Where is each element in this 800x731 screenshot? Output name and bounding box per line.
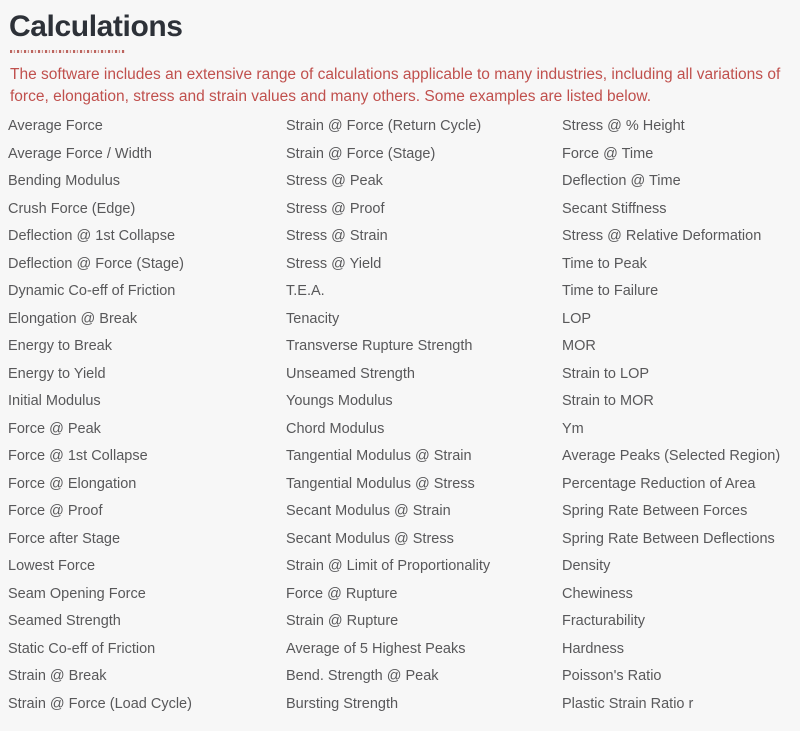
calculation-item: Time to Peak [562, 255, 647, 272]
page-title: Calculations [9, 10, 183, 43]
calculation-item: Ym [562, 420, 584, 437]
calculation-item: Force @ 1st Collapse [8, 448, 148, 464]
calculation-item: Bending Modulus [8, 173, 121, 189]
calculation-item: Force @ Proof [8, 503, 103, 519]
calculation-item: Bursting Strength [286, 695, 399, 712]
calculation-item: Elongation @ Break [8, 310, 138, 327]
calculation-item: Stress @ Relative Deformation [562, 228, 762, 244]
calculation-item: Static Co-eff of Friction [8, 640, 156, 657]
calculation-item: Average of 5 Highest Peaks [286, 640, 466, 657]
calculation-item: Time to Failure [562, 283, 659, 299]
calculation-item: Average Force [8, 118, 103, 134]
calculation-item: Youngs Modulus [286, 393, 393, 409]
calculation-item: Spring Rate Between Forces [562, 503, 748, 519]
calculation-item: Strain @ Rupture [286, 613, 399, 629]
calculation-item: Chewiness [562, 585, 633, 602]
calculation-item: Spring Rate Between Deflections [562, 530, 775, 547]
calculation-item: Secant Stiffness [562, 200, 667, 217]
calculation-item: Tangential Modulus @ Stress [286, 475, 475, 492]
calculation-item: Tangential Modulus @ Strain [286, 448, 472, 464]
calculation-item: Percentage Reduction of Area [562, 475, 756, 492]
calculation-item: MOR [562, 338, 596, 354]
calculation-item: LOP [562, 310, 592, 327]
calculation-item: Plastic Strain Ratio r [562, 695, 694, 712]
calculation-item: Strain @ Force (Return Cycle) [286, 118, 482, 134]
calculation-item: Deflection @ Time [562, 173, 681, 189]
calculation-item: Seamed Strength [8, 613, 121, 629]
calculation-item: Density [562, 558, 611, 574]
calculation-item: Stress @ % Height [562, 118, 685, 134]
calculation-item: Tenacity [286, 310, 340, 327]
calculation-item: Stress @ Yield [286, 255, 382, 272]
calculation-item: T.E.A. [286, 283, 325, 299]
calculation-item: Unseamed Strength [286, 365, 415, 382]
calculation-item: Force @ Peak [8, 420, 101, 437]
calculation-item: Initial Modulus [8, 393, 101, 409]
calculation-item: Secant Modulus @ Stress [286, 530, 454, 547]
calculation-item: Force @ Elongation [8, 475, 137, 492]
calculation-item: Transverse Rupture Strength [286, 338, 473, 354]
calculations-column-1: Average Force Average Force / Width Bendin… [8, 113, 286, 718]
calculation-item: Average Peaks (Selected Region) [562, 448, 781, 464]
calculations-column-3: Stress @ % Height Force @ Time Deflection … [562, 113, 792, 718]
calculation-item: Strain to MOR [562, 393, 654, 409]
calculation-item: Strain @ Break [8, 668, 107, 684]
calculation-item: Secant Modulus @ Strain [286, 503, 451, 519]
calculations-page: Calculations The software includes an ex… [0, 0, 800, 731]
calculation-item: Stress @ Peak [286, 173, 383, 189]
calculation-item: Seam Opening Force [8, 585, 146, 602]
calculation-item: Dynamic Co-eff of Friction [8, 283, 176, 299]
calculation-item: Force @ Time [562, 145, 654, 162]
calculation-item: Fracturability [562, 613, 645, 629]
calculation-item: Strain @ Force (Load Cycle) [8, 695, 192, 712]
intro-paragraph: The software includes an extensive range… [10, 66, 781, 105]
calculation-item: Stress @ Strain [286, 228, 388, 244]
calculation-item: Energy to Break [8, 338, 112, 354]
calculation-item: Hardness [562, 640, 625, 657]
calculation-item: Force after Stage [8, 530, 121, 547]
calculation-item: Poisson's Ratio [562, 668, 662, 684]
calculation-item: Strain @ Limit of Proportionality [286, 558, 491, 574]
calculation-item: Crush Force (Edge) [8, 200, 136, 217]
calculation-item: Force @ Rupture [286, 585, 398, 602]
calculations-column-2: Strain @ Force (Return Cycle) Strain @ Fo… [286, 113, 562, 718]
calculation-item: Average Force / Width [8, 145, 152, 162]
calculation-item: Chord Modulus [286, 420, 385, 437]
calculation-item: Strain @ Force (Stage) [286, 145, 436, 162]
calculation-item: Strain to LOP [562, 365, 650, 382]
calculation-item: Deflection @ Force (Stage) [8, 255, 184, 272]
calculation-item: Energy to Yield [8, 365, 106, 382]
title-underline-rule [10, 50, 125, 53]
calculations-list: Average Force Average Force / Width Bendin… [8, 113, 792, 718]
calculation-item: Bend. Strength @ Peak [286, 668, 439, 684]
calculation-item: Lowest Force [8, 558, 96, 574]
calculation-item: Stress @ Proof [286, 200, 385, 217]
calculation-item: Deflection @ 1st Collapse [8, 228, 176, 244]
